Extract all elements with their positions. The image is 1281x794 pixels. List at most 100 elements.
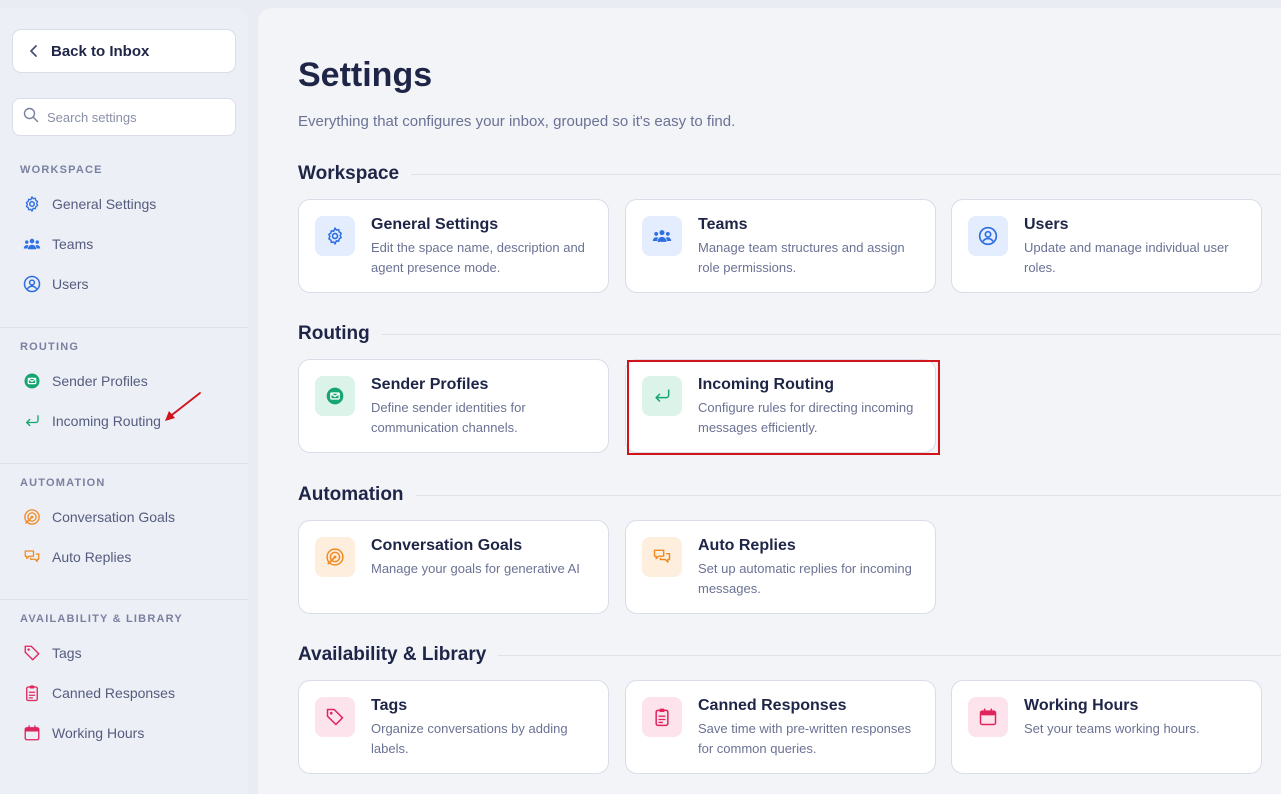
card-title: Users <box>1024 216 1069 233</box>
sidebar-item-canned-responses[interactable]: Canned Responses <box>0 673 248 713</box>
mail-icon <box>22 371 42 391</box>
sidebar-item-label: Conversation Goals <box>52 509 175 525</box>
sidebar-item-general-settings[interactable]: General Settings <box>0 184 248 224</box>
annotation-arrow <box>165 392 201 421</box>
group-title-text: Automation <box>298 484 404 505</box>
card-auto-replies[interactable]: Auto Replies Set up automatic replies fo… <box>625 520 936 614</box>
calendar-icon <box>968 697 1008 737</box>
user-icon <box>22 274 42 294</box>
sidebar-item-label: Auto Replies <box>52 549 132 565</box>
card-description: Save time with pre-written responses for… <box>698 721 912 756</box>
card-general-settings[interactable]: General Settings Edit the space name, de… <box>298 199 609 293</box>
card-working-hours[interactable]: Working Hours Set your teams working hou… <box>951 680 1262 774</box>
group-title-workspace: Workspace <box>298 163 1281 185</box>
sidebar-heading: WORKSPACE <box>20 164 103 176</box>
card-title: General Settings <box>371 216 499 233</box>
group-title-text: Workspace <box>298 163 400 184</box>
card-sender-profiles[interactable]: Sender Profiles Define sender identities… <box>298 359 609 453</box>
group-title-availability-library: Availability & Library <box>298 644 1281 666</box>
card-conversation-goals[interactable]: Conversation Goals Manage your goals for… <box>298 520 609 614</box>
card-description: Manage team structures and assign role p… <box>698 240 905 275</box>
chat-bubbles-icon <box>642 537 682 577</box>
group-title-routing: Routing <box>298 323 1281 345</box>
card-title: Auto Replies <box>698 537 796 554</box>
sidebar-item-incoming-routing[interactable]: Incoming Routing <box>0 401 248 441</box>
sidebar-item-auto-replies[interactable]: Auto Replies <box>0 537 248 577</box>
sidebar-item-teams[interactable]: Teams <box>0 224 248 264</box>
sidebar-item-label: Canned Responses <box>52 685 175 701</box>
card-description: Edit the space name, description and age… <box>371 240 585 275</box>
target-icon <box>315 537 355 577</box>
clipboard-icon <box>642 697 682 737</box>
card-title: Incoming Routing <box>698 376 834 393</box>
card-description: Define sender identities for communicati… <box>371 400 526 435</box>
sidebar-item-working-hours[interactable]: Working Hours <box>0 713 248 753</box>
return-arrow-icon <box>642 376 682 416</box>
sidebar-item-label: Working Hours <box>52 725 145 741</box>
target-icon <box>22 507 42 527</box>
back-to-inbox-button[interactable]: Back to Inbox <box>12 29 236 73</box>
clipboard-icon <box>22 683 42 703</box>
search-settings-box <box>12 98 236 136</box>
back-to-inbox-label: Back to Inbox <box>51 42 150 60</box>
card-description: Configure rules for directing incoming m… <box>698 400 914 435</box>
teams-icon <box>642 216 682 256</box>
divider <box>415 494 1281 496</box>
sidebar-section-workspace: WORKSPACE General Settings Teams Users <box>0 160 248 304</box>
card-teams[interactable]: Teams Manage team structures and assign … <box>625 199 936 293</box>
gear-icon <box>315 216 355 256</box>
sidebar-heading: ROUTING <box>20 341 80 353</box>
card-title: Working Hours <box>1024 697 1139 714</box>
user-icon <box>968 216 1008 256</box>
chat-bubbles-icon <box>22 547 42 567</box>
sidebar-item-sender-profiles[interactable]: Sender Profiles <box>0 361 248 401</box>
sidebar-section-availability-library: AVAILABILITY & LIBRARY Tags Canned Respo… <box>0 599 248 753</box>
card-tags[interactable]: Tags Organize conversations by adding la… <box>298 680 609 774</box>
card-users[interactable]: Users Update and manage individual user … <box>951 199 1262 293</box>
card-title: Teams <box>698 216 748 233</box>
divider <box>498 654 1281 656</box>
card-description: Organize conversations by adding labels. <box>371 721 568 756</box>
sidebar-item-label: General Settings <box>52 196 157 212</box>
sidebar-item-tags[interactable]: Tags <box>0 633 248 673</box>
sidebar-heading: AUTOMATION <box>20 477 106 489</box>
card-incoming-routing[interactable]: Incoming Routing Configure rules for dir… <box>625 359 936 453</box>
tag-icon <box>315 697 355 737</box>
search-settings-input[interactable] <box>47 109 227 125</box>
settings-main: Settings Everything that configures your… <box>258 8 1281 794</box>
divider <box>411 173 1281 175</box>
search-icon <box>23 107 39 128</box>
group-title-automation: Automation <box>298 484 1281 506</box>
mail-icon <box>315 376 355 416</box>
calendar-icon <box>22 723 42 743</box>
card-title: Sender Profiles <box>371 376 489 393</box>
tag-icon <box>22 643 42 663</box>
gear-icon <box>22 194 42 214</box>
page-title: Settings <box>298 56 433 94</box>
sidebar-section-routing: ROUTING Sender Profiles Incoming Routing <box>0 327 248 441</box>
sidebar-item-users[interactable]: Users <box>0 264 248 304</box>
card-description: Set your teams working hours. <box>1024 721 1200 736</box>
card-description: Set up automatic replies for incoming me… <box>698 561 912 596</box>
settings-sidebar: Back to Inbox WORKSPACE General Settings… <box>0 8 248 794</box>
page-subtitle: Everything that configures your inbox, g… <box>298 113 736 130</box>
teams-icon <box>22 234 42 254</box>
return-arrow-icon <box>22 411 42 431</box>
sidebar-heading: AVAILABILITY & LIBRARY <box>20 613 183 625</box>
card-canned-responses[interactable]: Canned Responses Save time with pre-writ… <box>625 680 936 774</box>
sidebar-section-automation: AUTOMATION Conversation Goals Auto Repli… <box>0 463 248 577</box>
card-description: Update and manage individual user roles. <box>1024 240 1229 275</box>
chevron-left-icon <box>27 44 41 58</box>
sidebar-item-label: Teams <box>52 236 94 252</box>
card-title: Tags <box>371 697 408 714</box>
card-description: Manage your goals for generative AI <box>371 561 580 576</box>
card-title: Conversation Goals <box>371 537 523 554</box>
group-title-text: Availability & Library <box>298 644 487 665</box>
sidebar-item-label: Sender Profiles <box>52 373 148 389</box>
sidebar-item-conversation-goals[interactable]: Conversation Goals <box>0 497 248 537</box>
divider <box>381 333 1281 335</box>
sidebar-item-label: Users <box>52 276 89 292</box>
card-title: Canned Responses <box>698 697 847 714</box>
group-title-text: Routing <box>298 323 370 344</box>
sidebar-item-label: Tags <box>52 645 82 661</box>
